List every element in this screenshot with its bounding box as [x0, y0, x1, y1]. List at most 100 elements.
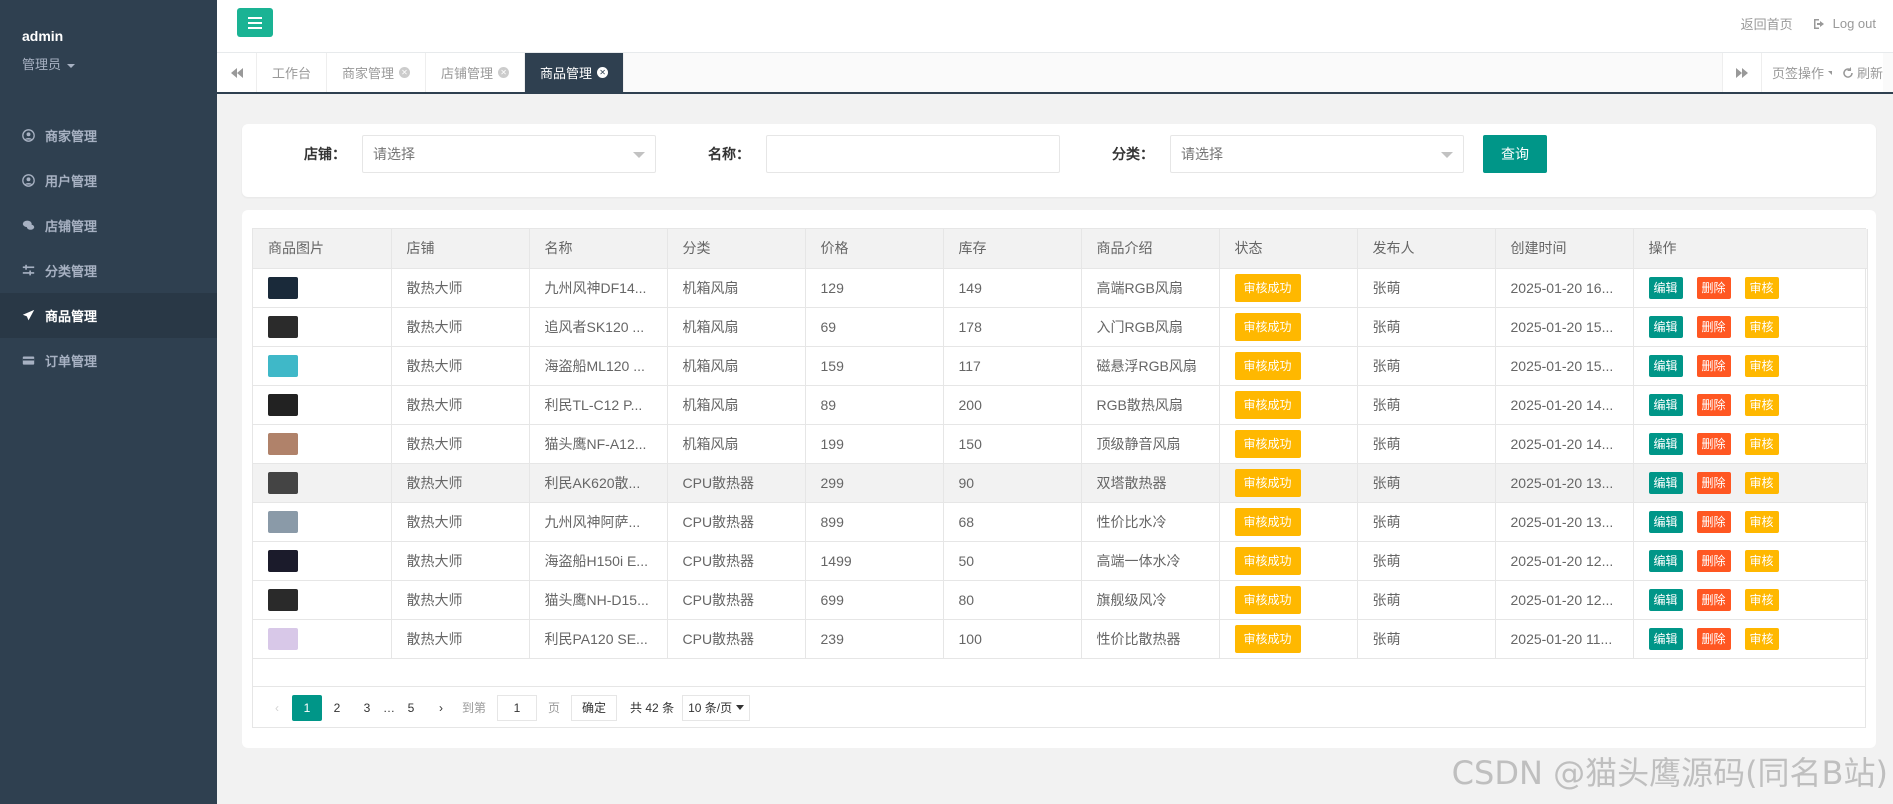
status-cell: 审核成功: [1219, 580, 1358, 620]
actions-cell: 编辑 删除 审核: [1633, 463, 1868, 503]
delete-button[interactable]: 删除: [1696, 315, 1731, 338]
tab-store[interactable]: 店铺管理 ✕: [426, 53, 526, 92]
name-cell: 利民PA120 SE...: [529, 619, 668, 659]
close-icon[interactable]: ✕: [498, 67, 510, 78]
sidebar-user: admin 管理员: [0, 0, 217, 105]
status-badge: 审核成功: [1234, 507, 1301, 536]
edit-button[interactable]: 编辑: [1648, 276, 1683, 299]
created-cell: 2025-01-20 15...: [1495, 346, 1634, 386]
tab-workbench[interactable]: 工作台: [257, 53, 328, 92]
product-thumbnail[interactable]: [268, 432, 298, 455]
sidebar-item-store[interactable]: 店铺管理: [0, 203, 217, 248]
actions-cell: 编辑 删除 审核: [1633, 268, 1868, 308]
product-thumbnail[interactable]: [268, 354, 298, 377]
actions-cell: 编辑 删除 审核: [1633, 424, 1868, 464]
delete-button[interactable]: 删除: [1696, 510, 1731, 533]
product-thumbnail[interactable]: [268, 393, 298, 416]
audit-button[interactable]: 审核: [1744, 510, 1779, 533]
price-cell: 199: [805, 424, 944, 464]
page-button[interactable]: 5: [396, 695, 426, 721]
sidebar-item-order[interactable]: 订单管理: [0, 338, 217, 383]
product-thumbnail[interactable]: [268, 315, 298, 338]
delete-button[interactable]: 删除: [1696, 354, 1731, 377]
paper-plane-icon: [22, 309, 35, 322]
delete-button[interactable]: 删除: [1696, 471, 1731, 494]
store-select[interactable]: 请选择: [362, 135, 656, 173]
edit-button[interactable]: 编辑: [1648, 393, 1683, 416]
category-cell: CPU散热器: [667, 502, 806, 542]
prev-page-button[interactable]: ‹: [262, 695, 292, 721]
tab-list: 工作台 商家管理 ✕ 店铺管理 ✕ 商品管理 ✕: [257, 53, 625, 92]
goto-page-input[interactable]: 1: [497, 694, 538, 721]
intro-cell: RGB散热风扇: [1081, 385, 1220, 425]
product-thumbnail[interactable]: [268, 276, 298, 299]
delete-button[interactable]: 删除: [1696, 588, 1731, 611]
audit-button[interactable]: 审核: [1744, 471, 1779, 494]
edit-button[interactable]: 编辑: [1648, 549, 1683, 572]
query-button[interactable]: 查询: [1483, 135, 1547, 173]
search-panel: 店铺： 请选择 名称： 分类： 请选择 查询: [242, 124, 1876, 197]
stock-cell: 150: [943, 424, 1082, 464]
delete-button[interactable]: 删除: [1696, 549, 1731, 572]
category-cell: CPU散热器: [667, 541, 806, 581]
column-header: 操作: [1633, 229, 1868, 269]
product-thumbnail[interactable]: [268, 471, 298, 494]
edit-button[interactable]: 编辑: [1648, 354, 1683, 377]
sidebar-item-product[interactable]: 商品管理: [0, 293, 217, 338]
audit-button[interactable]: 审核: [1744, 627, 1779, 650]
edit-button[interactable]: 编辑: [1648, 588, 1683, 611]
edit-button[interactable]: 编辑: [1648, 432, 1683, 455]
role-dropdown[interactable]: 管理员: [22, 54, 217, 73]
audit-button[interactable]: 审核: [1744, 354, 1779, 377]
delete-button[interactable]: 删除: [1696, 393, 1731, 416]
page-button[interactable]: 1: [292, 694, 322, 721]
audit-button[interactable]: 审核: [1744, 393, 1779, 416]
page-button[interactable]: 3: [352, 695, 382, 721]
page-size-select[interactable]: 10 条/页: [682, 694, 751, 721]
edit-button[interactable]: 编辑: [1648, 471, 1683, 494]
category-select[interactable]: 请选择: [1170, 135, 1464, 173]
audit-button[interactable]: 审核: [1744, 588, 1779, 611]
tab-scroll-right-button[interactable]: [1722, 53, 1762, 92]
created-cell: 2025-01-20 14...: [1495, 385, 1634, 425]
delete-button[interactable]: 删除: [1696, 432, 1731, 455]
product-thumbnail[interactable]: [268, 510, 298, 533]
refresh-icon: [1843, 66, 1853, 78]
menu-toggle-button[interactable]: [237, 8, 273, 37]
logout-link[interactable]: Log out: [1813, 16, 1876, 31]
sidebar-item-category[interactable]: 分类管理: [0, 248, 217, 293]
edit-button[interactable]: 编辑: [1648, 510, 1683, 533]
created-cell: 2025-01-20 11...: [1495, 619, 1634, 659]
tab-product[interactable]: 商品管理 ✕: [525, 53, 625, 92]
watermark: CSDN @猫头鹰源码(同名B站): [1451, 754, 1888, 792]
status-cell: 审核成功: [1219, 385, 1358, 425]
goto-confirm-button[interactable]: 确定: [571, 694, 618, 721]
audit-button[interactable]: 审核: [1744, 276, 1779, 299]
sidebar-item-user[interactable]: 用户管理: [0, 158, 217, 203]
publisher-cell: 张萌: [1357, 346, 1496, 386]
product-thumbnail[interactable]: [268, 588, 298, 611]
name-input[interactable]: [766, 135, 1060, 173]
tab-merchant[interactable]: 商家管理 ✕: [327, 53, 427, 92]
edit-button[interactable]: 编辑: [1648, 627, 1683, 650]
sidebar-item-merchant[interactable]: 商家管理: [0, 113, 217, 158]
audit-button[interactable]: 审核: [1744, 549, 1779, 572]
product-thumbnail[interactable]: [268, 627, 298, 650]
edit-button[interactable]: 编辑: [1648, 315, 1683, 338]
delete-button[interactable]: 删除: [1696, 627, 1731, 650]
product-thumbnail[interactable]: [268, 549, 298, 572]
refresh-button[interactable]: 刷新: [1832, 53, 1884, 92]
close-icon[interactable]: ✕: [399, 67, 411, 78]
actions-cell: 编辑 删除 审核: [1633, 619, 1868, 659]
intro-cell: 旗舰级风冷: [1081, 580, 1220, 620]
close-icon[interactable]: ✕: [597, 67, 609, 78]
next-page-button[interactable]: ›: [426, 695, 456, 721]
home-link[interactable]: 返回首页: [1741, 14, 1793, 33]
audit-button[interactable]: 审核: [1744, 432, 1779, 455]
name-cell: 海盗船ML120 ...: [529, 346, 668, 386]
tab-scroll-left-button[interactable]: [217, 53, 257, 92]
product-image-cell: [253, 580, 392, 620]
page-button[interactable]: 2: [322, 695, 352, 721]
audit-button[interactable]: 审核: [1744, 315, 1779, 338]
delete-button[interactable]: 删除: [1696, 276, 1731, 299]
